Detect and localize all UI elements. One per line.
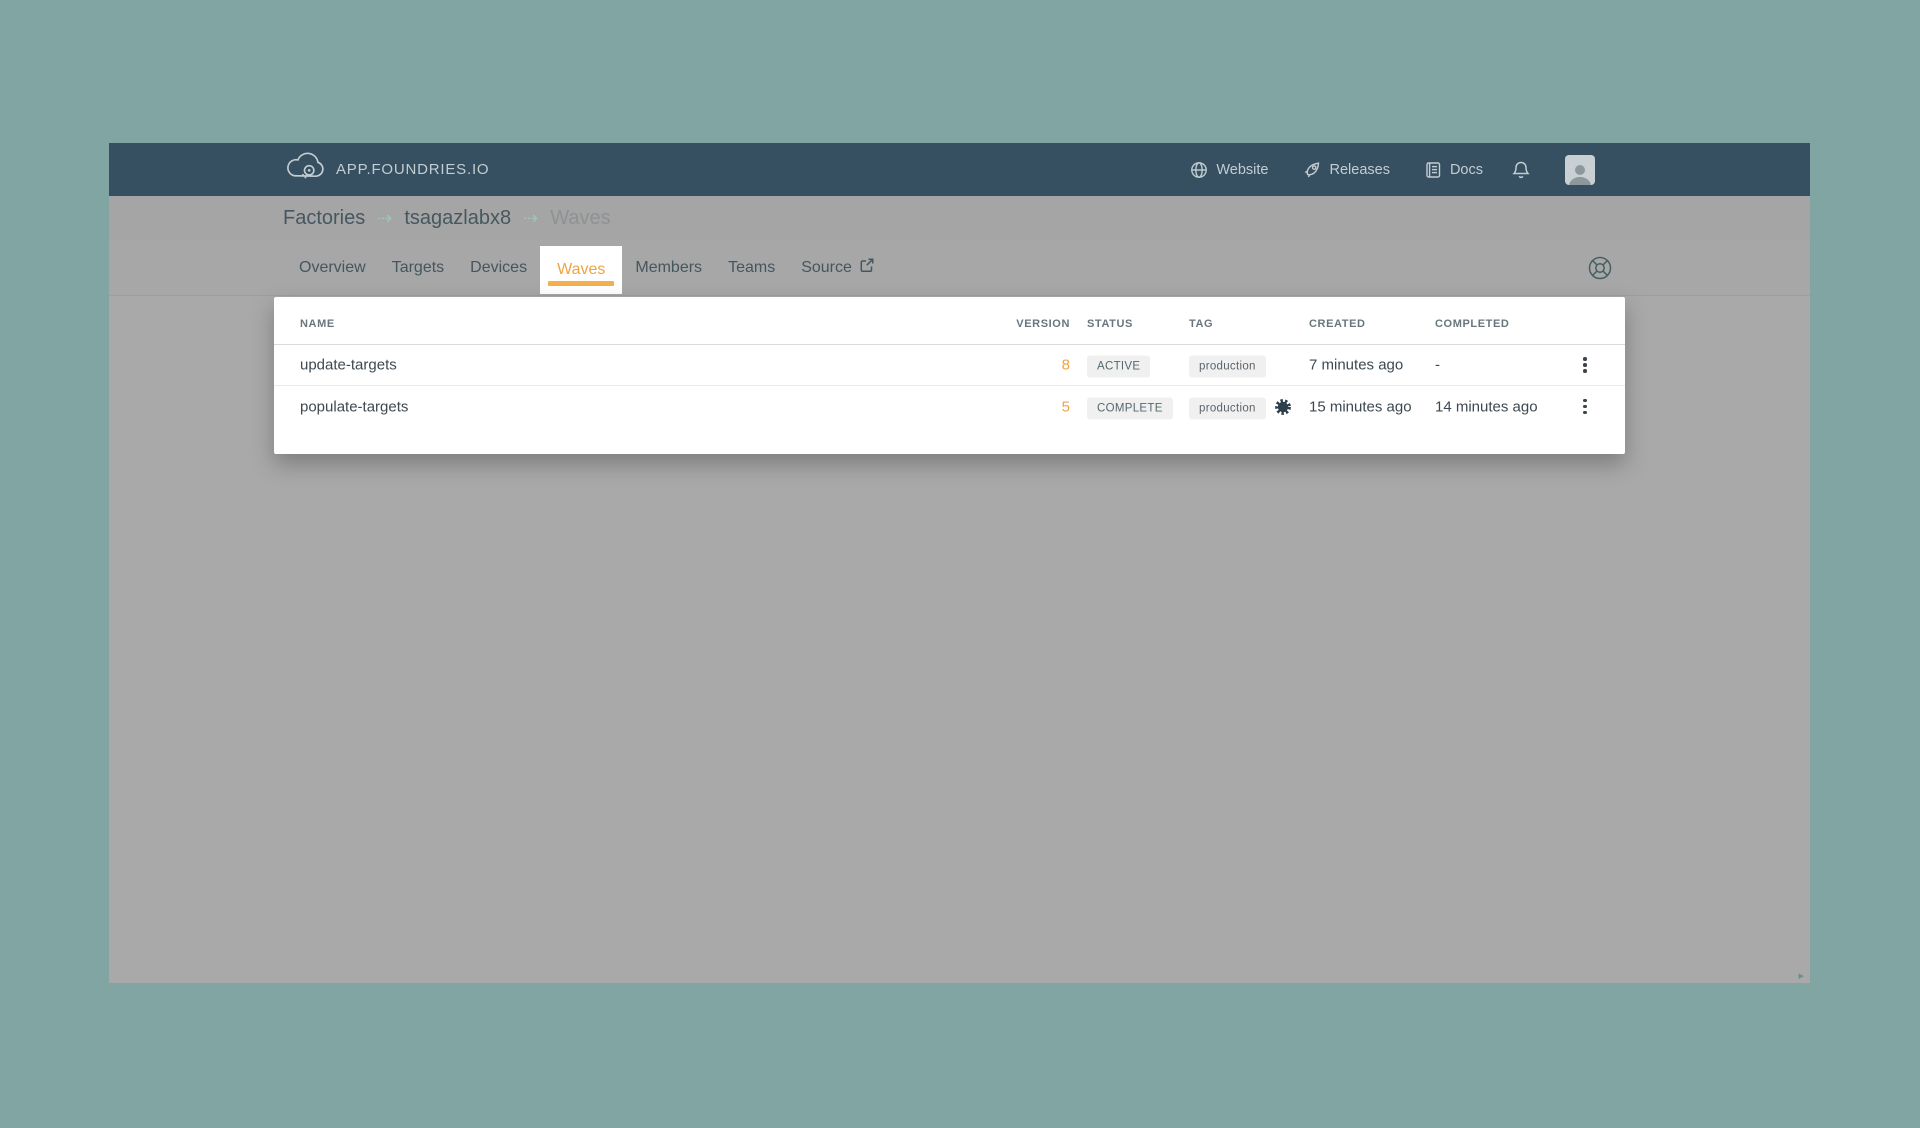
wave-completed: 14 minutes ago <box>1435 398 1538 415</box>
status-badge: ACTIVE <box>1087 356 1150 378</box>
wave-version: 8 <box>980 357 1070 374</box>
tab-members-label: Members <box>635 259 702 277</box>
user-avatar[interactable] <box>1565 155 1595 185</box>
waves-table-panel: NAME VERSION STATUS TAG CREATED COMPLETE… <box>274 297 1625 454</box>
nav-website-label: Website <box>1216 162 1268 178</box>
tab-targets[interactable]: Targets <box>379 240 457 295</box>
brand-name: APP.FOUNDRIES.IO <box>336 161 489 178</box>
tag-badge: production <box>1189 356 1266 378</box>
breadcrumb-current-page: Waves <box>550 207 610 230</box>
tab-devices-label: Devices <box>470 259 527 277</box>
tab-waves[interactable]: Waves <box>540 246 622 294</box>
table-header: NAME VERSION STATUS TAG CREATED COMPLETE… <box>274 297 1625 345</box>
col-header-completed: COMPLETED <box>1435 318 1509 330</box>
tab-teams[interactable]: Teams <box>715 240 788 295</box>
tab-waves-label: Waves <box>557 261 605 279</box>
nav-releases-label: Releases <box>1330 162 1390 178</box>
wave-created: 7 minutes ago <box>1309 357 1403 374</box>
help-lifebuoy-icon[interactable] <box>1587 255 1613 281</box>
wave-name: update-targets <box>300 357 397 374</box>
wave-completed: - <box>1435 357 1440 374</box>
nav-docs-label: Docs <box>1450 162 1483 178</box>
nav-website-link[interactable]: Website <box>1190 161 1268 179</box>
tab-overview-label: Overview <box>299 259 366 277</box>
scrollbar-right-arrow-icon[interactable]: ▸ <box>1798 969 1804 982</box>
row-menu-kebab-icon[interactable] <box>1574 354 1596 376</box>
table-row[interactable]: populate-targets 5 COMPLETE production 1… <box>274 386 1625 427</box>
breadcrumb-band: Factories ⇢ tsagazlabx8 ⇢ Waves <box>109 196 1810 240</box>
col-header-status: STATUS <box>1087 318 1133 330</box>
tab-targets-label: Targets <box>392 259 444 277</box>
tab-overview[interactable]: Overview <box>286 240 379 295</box>
cloud-logo-icon <box>285 152 325 187</box>
col-header-tag: TAG <box>1189 318 1213 330</box>
tab-members[interactable]: Members <box>622 240 715 295</box>
breadcrumb-arrow-icon: ⇢ <box>523 208 538 229</box>
nav-releases-link[interactable]: Releases <box>1303 160 1390 179</box>
nav-docs-link[interactable]: Docs <box>1424 161 1483 179</box>
globe-icon <box>1190 161 1208 179</box>
tab-teams-label: Teams <box>728 259 775 277</box>
breadcrumb-factory-name[interactable]: tsagazlabx8 <box>404 207 511 230</box>
wave-name: populate-targets <box>300 398 408 415</box>
brand[interactable]: APP.FOUNDRIES.IO <box>285 152 489 187</box>
rocket-icon <box>1303 160 1322 179</box>
external-link-icon <box>859 257 875 278</box>
table-row[interactable]: update-targets 8 ACTIVE production 7 min… <box>274 345 1625 386</box>
tag-badge: production <box>1189 397 1266 419</box>
row-menu-kebab-icon[interactable] <box>1574 396 1596 418</box>
col-header-version: VERSION <box>980 318 1070 330</box>
tab-source[interactable]: Source <box>788 240 888 295</box>
production-seal-icon <box>1274 398 1292 416</box>
status-badge: COMPLETE <box>1087 397 1173 419</box>
notifications-bell-icon[interactable] <box>1511 160 1531 180</box>
breadcrumb: Factories ⇢ tsagazlabx8 ⇢ Waves <box>283 207 611 230</box>
wave-created: 15 minutes ago <box>1309 398 1412 415</box>
tab-bar: Overview Targets Devices Waves Members T… <box>109 240 1810 296</box>
col-header-name: NAME <box>300 318 335 330</box>
tab-devices[interactable]: Devices <box>457 240 540 295</box>
breadcrumb-arrow-icon: ⇢ <box>377 208 392 229</box>
navbar-links: Website Releases <box>1190 143 1595 196</box>
horizontal-scrollbar[interactable]: ▸ <box>109 970 1810 983</box>
app-window: APP.FOUNDRIES.IO Website <box>109 143 1810 983</box>
top-navbar: APP.FOUNDRIES.IO Website <box>109 143 1810 196</box>
wave-version: 5 <box>980 398 1070 415</box>
tab-source-label: Source <box>801 259 852 277</box>
book-icon <box>1424 161 1442 179</box>
col-header-created: CREATED <box>1309 318 1366 330</box>
breadcrumb-factories[interactable]: Factories <box>283 207 365 230</box>
